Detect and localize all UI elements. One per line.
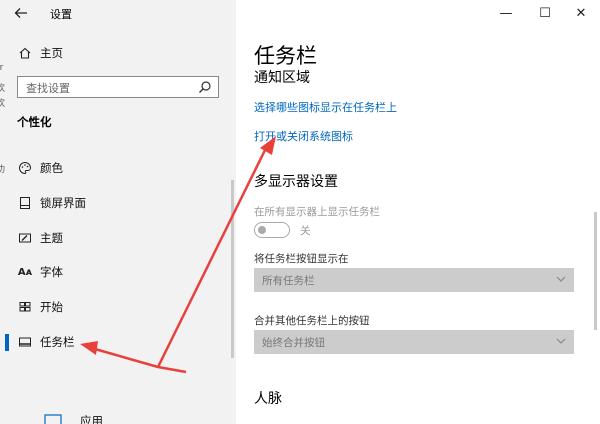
multi-display-heading: 多显示器设置 (254, 174, 338, 190)
minimize-button[interactable]: — (486, 0, 526, 26)
sidebar-item-label: 字体 (40, 265, 63, 279)
sidebar-item-label: 主题 (40, 231, 63, 245)
sidebar-item-taskbar[interactable]: 任务栏 (0, 325, 236, 359)
apps-icon (44, 413, 62, 424)
sidebar-section-title: 个性化 (17, 115, 52, 129)
sidebar-item-themes[interactable]: 主题 (0, 221, 236, 255)
search-input[interactable]: 查找设置 (17, 76, 219, 98)
close-button[interactable]: ✕ (561, 0, 600, 26)
show-on-all-displays-toggle[interactable] (254, 222, 290, 238)
selected-indicator (5, 334, 9, 351)
settings-content: — ☐ ✕ 任务栏 通知区域 选择哪些图标显示在任务栏上 打开或关闭系统图标 多… (236, 0, 600, 424)
taskbar-icon (17, 334, 33, 350)
sidebar-item-label: 颜色 (40, 161, 63, 175)
search-placeholder: 查找设置 (26, 82, 70, 95)
sidebar-item-lock-screen[interactable]: 锁屏界面 (0, 186, 236, 220)
dropdown-value: 所有任务栏 (262, 275, 315, 287)
clipped-fragment: 欢 (0, 99, 6, 109)
start-icon (17, 299, 33, 315)
sidebar-item-label: 应用 (80, 414, 103, 424)
window-title: 设置 (50, 8, 72, 21)
content-scrollbar[interactable] (594, 212, 597, 330)
maximize-button[interactable]: ☐ (525, 0, 565, 26)
clipped-fragment: 欢 (0, 84, 6, 94)
sidebar-item-colors[interactable]: 颜色 (0, 151, 236, 185)
sidebar-item-label: 开始 (40, 300, 63, 314)
toggle-state-label: 关 (300, 225, 311, 237)
toggle-knob (258, 225, 266, 234)
buttons-on-label: 将任务栏按钮显示在 (254, 253, 349, 265)
sidebar-item-start[interactable]: 开始 (0, 290, 236, 324)
system-icons-toggle-link[interactable]: 打开或关闭系统图标 (254, 128, 353, 144)
buttons-on-dropdown[interactable]: 所有任务栏 (254, 268, 574, 292)
select-taskbar-icons-link[interactable]: 选择哪些图标显示在任务栏上 (254, 99, 397, 115)
dropdown-value: 始终合并按钮 (262, 337, 325, 349)
sidebar-item-home[interactable]: 主页 (0, 36, 236, 70)
sidebar-item-fonts[interactable]: Aᴀ 字体 (0, 255, 236, 289)
sidebar-item-label: 主页 (40, 46, 63, 60)
sidebar-scrollbar[interactable] (231, 180, 234, 358)
palette-icon (17, 160, 33, 176)
notification-area-heading: 通知区域 (254, 70, 310, 86)
people-heading: 人脉 (254, 391, 282, 407)
sidebar-item-label: 任务栏 (40, 335, 75, 349)
combine-buttons-dropdown[interactable]: 始终合并按钮 (254, 330, 574, 354)
sidebar-item-label: 锁屏界面 (40, 196, 86, 210)
home-icon (17, 45, 33, 61)
search-icon (199, 81, 211, 93)
theme-icon (17, 230, 33, 246)
lock-screen-icon (17, 195, 33, 211)
show-on-all-displays-label: 在所有显示器上显示任务栏 (254, 206, 380, 218)
combine-buttons-label: 合并其他任务栏上的按钮 (254, 315, 370, 327)
page-title: 任务栏 (254, 44, 317, 68)
chevron-down-icon (556, 276, 566, 282)
back-button[interactable] (10, 3, 32, 23)
settings-sidebar: 设置 Ir 欢 欢 功 主页 查找设置 个性化 颜色 锁屏界面 (0, 0, 236, 424)
font-icon: Aᴀ (17, 266, 33, 278)
back-arrow-icon (14, 8, 27, 18)
chevron-down-icon (556, 338, 566, 344)
sidebar-item-apps[interactable]: 应用 (0, 404, 236, 424)
